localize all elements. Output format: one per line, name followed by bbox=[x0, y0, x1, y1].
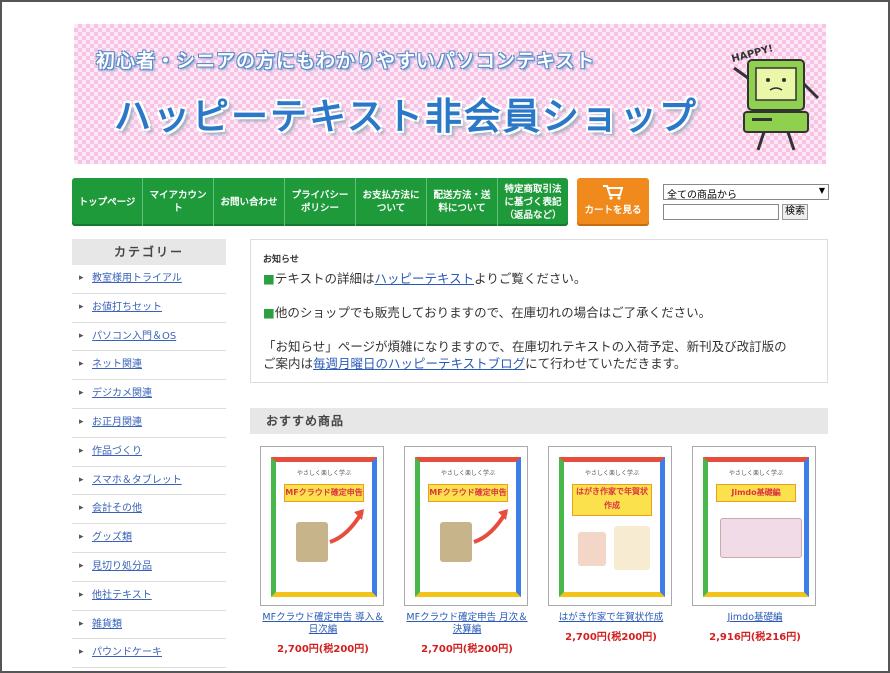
category-heading: カテゴリー bbox=[72, 239, 226, 265]
notice-line-1: ■テキストの詳細はハッピーテキストよりご覧ください。 bbox=[263, 271, 587, 286]
category-item[interactable]: グッズ類 bbox=[72, 524, 226, 553]
category-item[interactable]: パウンドケーキ bbox=[72, 639, 226, 669]
nav-payment[interactable]: お支払方法について bbox=[356, 178, 427, 226]
green-square-icon: ■ bbox=[263, 271, 275, 286]
product-card[interactable]: やさしく楽しく学ぶ MFクラウド確定申告 MFクラウド確定申告 月次＆決算編 2… bbox=[404, 446, 530, 655]
banner-subtitle: 初心者・シニアの方にもわかりやすいパソコンテキスト bbox=[96, 50, 596, 72]
weekly-blog-link[interactable]: 毎週月曜日のハッピーテキストブログ bbox=[313, 356, 525, 371]
nav-legal-notice[interactable]: 特定商取引法に基づく表記（返品など） bbox=[498, 178, 568, 226]
growth-arrow-icon bbox=[473, 509, 508, 544]
search-input[interactable] bbox=[663, 204, 779, 220]
category-item[interactable]: パソコン入門＆OS bbox=[72, 323, 226, 352]
nav-privacy-policy[interactable]: プライバシーポリシー bbox=[285, 178, 356, 226]
card-image-icon bbox=[578, 532, 606, 566]
nav-my-account[interactable]: マイアカウント bbox=[143, 178, 214, 226]
nav-shipping[interactable]: 配送方法・送料について bbox=[427, 178, 498, 226]
category-item[interactable]: 作品づくり bbox=[72, 438, 226, 467]
search-button[interactable]: 検索 bbox=[782, 204, 808, 220]
calculator-icon bbox=[296, 522, 328, 562]
product-cover-image[interactable]: やさしく楽しく学ぶ はがき作家で年賀状作成 bbox=[548, 446, 672, 606]
category-item[interactable]: デジカメ関連 bbox=[72, 380, 226, 409]
product-cover-image[interactable]: やさしく楽しく学ぶ MFクラウド確定申告 bbox=[404, 446, 528, 606]
notice-box: お知らせ ■テキストの詳細はハッピーテキストよりご覧ください。 ■他のショップで… bbox=[250, 239, 828, 383]
category-item[interactable]: お正月関連 bbox=[72, 409, 226, 438]
category-item[interactable]: ネット関連 bbox=[72, 351, 226, 381]
shopping-cart-icon bbox=[603, 185, 624, 200]
product-price: 2,700円(税200円) bbox=[421, 644, 513, 655]
notice-line-2: ■他のショップでも販売しておりますので、在庫切れの場合はご了承ください。 bbox=[263, 305, 712, 320]
nav-top[interactable]: トップページ bbox=[72, 178, 143, 226]
growth-arrow-icon bbox=[329, 509, 364, 544]
category-item[interactable]: 雑貨類 bbox=[72, 611, 226, 640]
website-screenshot-icon bbox=[720, 518, 802, 558]
product-card[interactable]: やさしく楽しく学ぶ MFクラウド確定申告 MFクラウド確定申告 導入＆日次編 2… bbox=[260, 446, 386, 655]
page-frame: 初心者・シニアの方にもわかりやすいパソコンテキスト ハッピーテキスト非会員ショッ… bbox=[0, 0, 890, 673]
computer-mascot-icon: HAPPY! bbox=[730, 43, 820, 151]
search-scope-select[interactable]: 全ての商品から ▼ bbox=[663, 184, 829, 201]
search-scope-value: 全ての商品から bbox=[667, 190, 737, 201]
category-item[interactable]: 教室様用トライアル bbox=[72, 265, 226, 294]
product-price: 2,700円(税200円) bbox=[565, 632, 657, 643]
nav-contact[interactable]: お問い合わせ bbox=[214, 178, 285, 226]
product-price: 2,916円(税216円) bbox=[709, 632, 801, 643]
shop-banner[interactable]: 初心者・シニアの方にもわかりやすいパソコンテキスト ハッピーテキスト非会員ショッ… bbox=[74, 24, 826, 164]
category-item[interactable]: 会計その他 bbox=[72, 495, 226, 525]
product-name-link[interactable]: MFクラウド確定申告 導入＆日次編 bbox=[260, 612, 386, 636]
category-item[interactable]: 見切り処分品 bbox=[72, 553, 226, 582]
card-image-icon bbox=[614, 526, 650, 570]
category-item[interactable]: お値打ちセット bbox=[72, 294, 226, 323]
banner-title: ハッピーテキスト非会員ショップ bbox=[114, 95, 698, 138]
product-price: 2,700円(税200円) bbox=[277, 644, 369, 655]
recommended-heading: おすすめ商品 bbox=[250, 408, 828, 434]
happy-text-link[interactable]: ハッピーテキスト bbox=[374, 271, 474, 286]
product-name-link[interactable]: はがき作家で年賀状作成 bbox=[548, 612, 674, 624]
global-nav: トップページ マイアカウント お問い合わせ プライバシーポリシー お支払方法につ… bbox=[72, 178, 568, 226]
product-card[interactable]: やさしく楽しく学ぶ はがき作家で年賀状作成 はがき作家で年賀状作成 2,700円… bbox=[548, 446, 674, 643]
category-sidebar: カテゴリー 教室様用トライアル お値打ちセット パソコン入門＆OS ネット関連 … bbox=[72, 239, 226, 669]
green-square-icon: ■ bbox=[263, 305, 275, 320]
view-cart-button[interactable]: カートを見る bbox=[577, 178, 649, 226]
product-cover-image[interactable]: やさしく楽しく学ぶ MFクラウド確定申告 bbox=[260, 446, 384, 606]
product-card[interactable]: やさしく楽しく学ぶ Jimdo基礎編 Jimdo基礎編 2,916円(税216円… bbox=[692, 446, 818, 643]
dropdown-arrow-icon: ▼ bbox=[818, 186, 825, 195]
product-name-link[interactable]: MFクラウド確定申告 月次＆決算編 bbox=[404, 612, 530, 636]
product-name-link[interactable]: Jimdo基礎編 bbox=[692, 612, 818, 624]
notice-title: お知らせ bbox=[263, 255, 299, 265]
notice-line-3: 「お知らせ」ページが煩雑になりますので、在庫切れテキストの入荷予定、新刊及び改訂… bbox=[263, 339, 787, 371]
category-item[interactable]: 他社テキスト bbox=[72, 582, 226, 611]
category-item[interactable]: スマホ＆タブレット bbox=[72, 467, 226, 496]
view-cart-label: カートを見る bbox=[584, 205, 642, 216]
calculator-icon bbox=[440, 522, 472, 562]
product-cover-image[interactable]: やさしく楽しく学ぶ Jimdo基礎編 bbox=[692, 446, 816, 606]
